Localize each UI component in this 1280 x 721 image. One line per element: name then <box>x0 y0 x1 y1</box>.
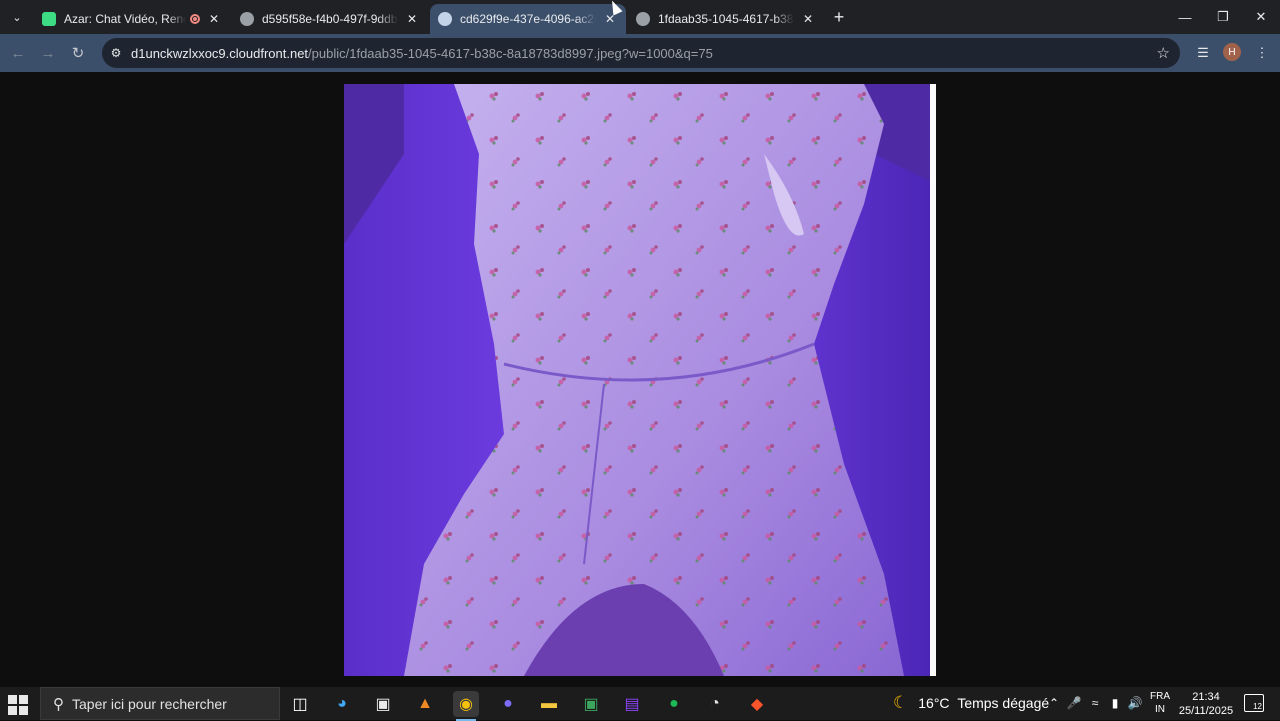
close-icon[interactable]: ✕ <box>206 11 222 27</box>
moon-icon: ☾ <box>893 693 909 712</box>
profile-avatar[interactable]: H <box>1223 43 1241 61</box>
menu-icon[interactable]: ⋮ <box>1252 43 1272 63</box>
volume-icon[interactable]: 🔊 <box>1127 695 1143 711</box>
language-code: FRA <box>1150 691 1170 702</box>
restore-button[interactable]: ❐ <box>1211 5 1235 29</box>
tab-strip: ⌄ Azar: Chat Vidéo, Rencontres ✕ d595f58… <box>0 0 1280 34</box>
weather-temp: 16°C <box>918 695 950 711</box>
chevron-up-icon[interactable]: ⌃ <box>1046 695 1062 711</box>
browser-toolbar: ← → ↻ ⚙ d1unckwzlxxoc9.cloudfront.net/pu… <box>0 34 1280 72</box>
file-explorer-icon[interactable]: ▬ <box>536 691 562 717</box>
tab-title: Azar: Chat Vidéo, Rencontres <box>64 12 186 26</box>
taskbar-search[interactable]: ⚲ Taper ici pour rechercher <box>40 687 280 720</box>
globe-icon <box>636 12 650 26</box>
tab-title: 1fdaab35-1045-4617-b38c-8a18 <box>658 12 794 26</box>
tab-1fdaab35[interactable]: 1fdaab35-1045-4617-b38c-8a18 ✕ <box>628 4 824 34</box>
store-icon[interactable]: ▣ <box>370 691 396 717</box>
tab-azar[interactable]: Azar: Chat Vidéo, Rencontres ✕ <box>34 4 230 34</box>
page-content <box>0 72 1280 687</box>
back-button[interactable]: ← <box>7 42 29 64</box>
discord-icon[interactable]: ● <box>495 691 521 717</box>
media-control-icon[interactable]: ☰ <box>1193 43 1213 63</box>
search-icon: ⚲ <box>53 695 64 713</box>
avast-icon[interactable]: ▲ <box>412 691 438 717</box>
edge-icon[interactable]: ◕ <box>329 691 355 717</box>
globe-icon <box>438 12 452 26</box>
spotify-icon[interactable]: ● <box>661 691 687 717</box>
task-view-icon[interactable]: ◫ <box>287 691 313 717</box>
reload-button[interactable]: ↻ <box>67 42 89 64</box>
tab-title: cd629f9e-437e-4096-ac2b-9d8 <box>460 12 596 26</box>
battery-icon[interactable]: ▮ <box>1107 695 1123 711</box>
address-bar[interactable]: ⚙ d1unckwzlxxoc9.cloudfront.net/public/1… <box>102 38 1180 68</box>
clock-time: 21:34 <box>1192 691 1220 703</box>
url-text[interactable]: d1unckwzlxxoc9.cloudfront.net/public/1fd… <box>131 46 713 61</box>
close-icon[interactable]: ✕ <box>404 11 420 27</box>
winrar-icon[interactable]: ▤ <box>619 691 645 717</box>
notification-count: 12 <box>1253 702 1262 711</box>
windows-start-icon[interactable] <box>8 693 30 715</box>
clock-date: 25/11/2025 <box>1178 705 1234 717</box>
keyboard-code: IN <box>1155 704 1165 715</box>
tab-d595f58e[interactable]: d595f58e-f4b0-497f-9ddb-fda2 ✕ <box>232 4 428 34</box>
tab-cd629f9e[interactable]: cd629f9e-437e-4096-ac2b-9d8 ✕ <box>430 4 626 34</box>
chrome-icon[interactable]: ◉ <box>453 691 479 721</box>
minecraft-icon[interactable]: ▣ <box>578 691 604 717</box>
bookmark-star-icon[interactable]: ☆ <box>1157 44 1170 62</box>
windows-taskbar: ⚲ Taper ici pour rechercher ◫ ◕ ▣ ▲ ◉ ● … <box>0 687 1280 721</box>
search-placeholder: Taper ici pour rechercher <box>72 695 227 712</box>
weather-widget[interactable]: ☾ 16°C Temps dégagé <box>893 693 1049 713</box>
notification-center-icon[interactable]: 12 <box>1244 694 1264 712</box>
forward-button[interactable]: → <box>37 42 59 64</box>
speedometer-icon[interactable]: ◔ <box>702 691 728 717</box>
recording-icon <box>190 14 200 24</box>
tab-search-button[interactable]: ⌄ <box>6 7 28 27</box>
wifi-icon[interactable]: ≈ <box>1087 695 1103 711</box>
close-window-button[interactable]: ✕ <box>1249 5 1273 29</box>
close-icon[interactable]: ✕ <box>800 11 816 27</box>
azar-icon <box>42 12 56 26</box>
clock[interactable]: 21:34 25/11/2025 <box>1176 690 1236 718</box>
brave-icon[interactable]: ◆ <box>744 691 770 717</box>
language-indicator[interactable]: FRA IN <box>1150 690 1170 716</box>
new-tab-button[interactable]: + <box>829 7 849 27</box>
image-edge <box>930 84 936 676</box>
tab-title: d595f58e-f4b0-497f-9ddb-fda2 <box>262 12 398 26</box>
photo-illustration <box>344 84 936 676</box>
globe-icon <box>240 12 254 26</box>
viewed-image[interactable] <box>344 84 936 676</box>
weather-desc: Temps dégagé <box>957 695 1050 711</box>
microphone-icon[interactable]: 🎤 <box>1066 695 1082 711</box>
minimize-button[interactable]: — <box>1173 5 1197 29</box>
site-info-icon[interactable]: ⚙ <box>108 45 124 61</box>
